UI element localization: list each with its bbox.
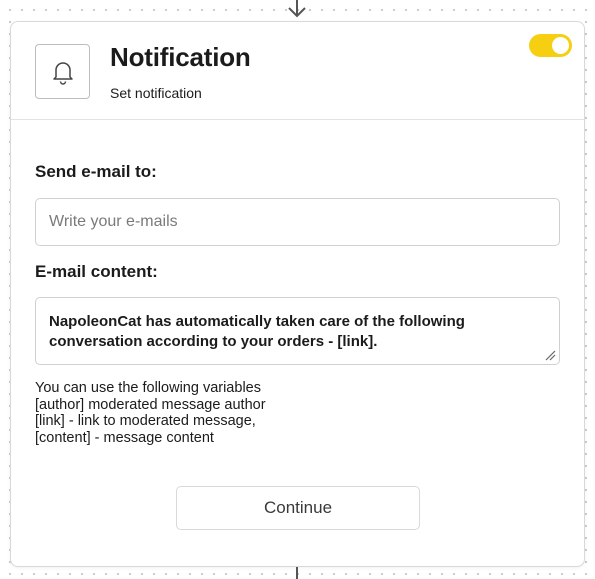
connector-line <box>296 567 298 579</box>
variables-line: [link] - link to moderated message, <box>35 413 256 429</box>
variables-line: [content] - message content <box>35 429 214 446</box>
toggle-knob <box>552 37 569 54</box>
enable-toggle[interactable] <box>529 34 572 57</box>
email-content-textarea[interactable]: NapoleonCat has automatically taken care… <box>35 297 560 365</box>
notification-node-card: Notification Set notification Send e-mai… <box>10 21 585 567</box>
node-icon-box <box>35 44 90 99</box>
email-content-label: E-mail content: <box>35 262 158 281</box>
email-content-text: NapoleonCat has automatically taken care… <box>49 313 465 350</box>
node-header: Notification Set notification <box>11 22 584 120</box>
node-title: Notification <box>110 42 251 72</box>
resize-handle-icon[interactable] <box>544 349 556 361</box>
variables-help-text: You can use the following variables [aut… <box>35 380 266 446</box>
variables-line: You can use the following variables <box>35 380 261 396</box>
node-subtitle: Set notification <box>110 85 202 101</box>
email-recipient-input[interactable] <box>35 198 560 246</box>
continue-button[interactable]: Continue <box>176 486 420 530</box>
variables-line: [author] moderated message author <box>35 396 266 413</box>
email-recipient-label: Send e-mail to: <box>35 162 157 181</box>
bell-icon <box>52 61 73 85</box>
arrow-down-icon <box>288 0 306 18</box>
